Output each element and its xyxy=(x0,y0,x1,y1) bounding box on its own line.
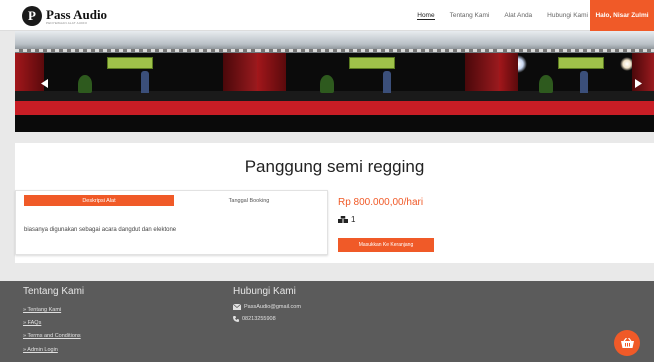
nav-link-home[interactable]: Home xyxy=(417,12,435,20)
contact-email: PassAudio@gmail.com xyxy=(233,304,301,310)
tab-tanggal-booking[interactable]: Tanggal Booking xyxy=(176,195,322,206)
logo-mark: P xyxy=(22,6,42,26)
contact-phone-text: 08213255908 xyxy=(242,316,276,322)
tab-deskripsi-alat[interactable]: Deskripsi Alat xyxy=(24,195,174,206)
nav-link-alat-anda[interactable]: Alat Anda xyxy=(504,12,532,19)
next-arrow-icon[interactable] xyxy=(632,77,644,89)
logo-title: Pass Audio xyxy=(46,6,108,22)
footer-link-tentang-kami[interactable]: » Tentang Kami xyxy=(23,307,61,313)
product-price: Rp 800.000,00/hari xyxy=(338,197,424,208)
product-title: Panggung semi regging xyxy=(244,157,425,176)
envelope-icon xyxy=(233,304,241,310)
nav-link-tentang-kami[interactable]: Tentang Kami xyxy=(450,12,490,19)
phone-icon xyxy=(233,316,239,322)
carousel-slide xyxy=(499,31,654,132)
carousel-slide xyxy=(257,31,499,132)
stock-count: 1 xyxy=(338,215,355,224)
logo-subtitle: PENYEWAAN ALAT AUDIO xyxy=(46,20,88,25)
contact-email-text: PassAudio@gmail.com xyxy=(244,304,301,310)
footer-link-admin-login[interactable]: » Admin Login xyxy=(23,347,58,353)
navbar: P Pass Audio PENYEWAAN ALAT AUDIO Home T… xyxy=(0,0,654,31)
logo[interactable]: P Pass Audio PENYEWAAN ALAT AUDIO xyxy=(22,6,107,26)
image-carousel[interactable] xyxy=(15,31,654,132)
footer-link-faqs[interactable]: » FAQs xyxy=(23,320,41,326)
nav-link-hubungi-kami[interactable]: Hubungi Kami xyxy=(547,12,588,19)
product-tabs: Deskripsi Alat Tanggal Booking biasanya … xyxy=(15,190,328,255)
boxes-icon xyxy=(338,216,348,223)
user-menu-button[interactable]: Halo, Nisar Zulmi xyxy=(590,0,654,31)
product-description: biasanya digunakan sebagai acara dangdut… xyxy=(24,227,177,233)
nav-links: Home Tentang Kami Alat Anda Hubungi Kami xyxy=(402,0,588,31)
add-to-cart-button[interactable]: Masukkan Ke Keranjang xyxy=(338,238,434,252)
prev-arrow-icon[interactable] xyxy=(39,77,51,89)
cart-button[interactable] xyxy=(614,330,640,356)
cart-icon xyxy=(620,337,634,348)
product-card: Panggung semi regging Deskripsi Alat Tan… xyxy=(15,143,654,263)
carousel-slide xyxy=(15,31,257,132)
stock-value: 1 xyxy=(351,215,356,224)
footer-about-heading: Tentang Kami xyxy=(23,286,85,297)
footer: Tentang Kami » Tentang Kami » FAQs » Ter… xyxy=(0,281,654,362)
footer-link-terms[interactable]: » Terms and Conditions xyxy=(23,333,81,339)
contact-phone: 08213255908 xyxy=(233,316,276,322)
footer-contact-heading: Hubungi Kami xyxy=(233,286,296,297)
